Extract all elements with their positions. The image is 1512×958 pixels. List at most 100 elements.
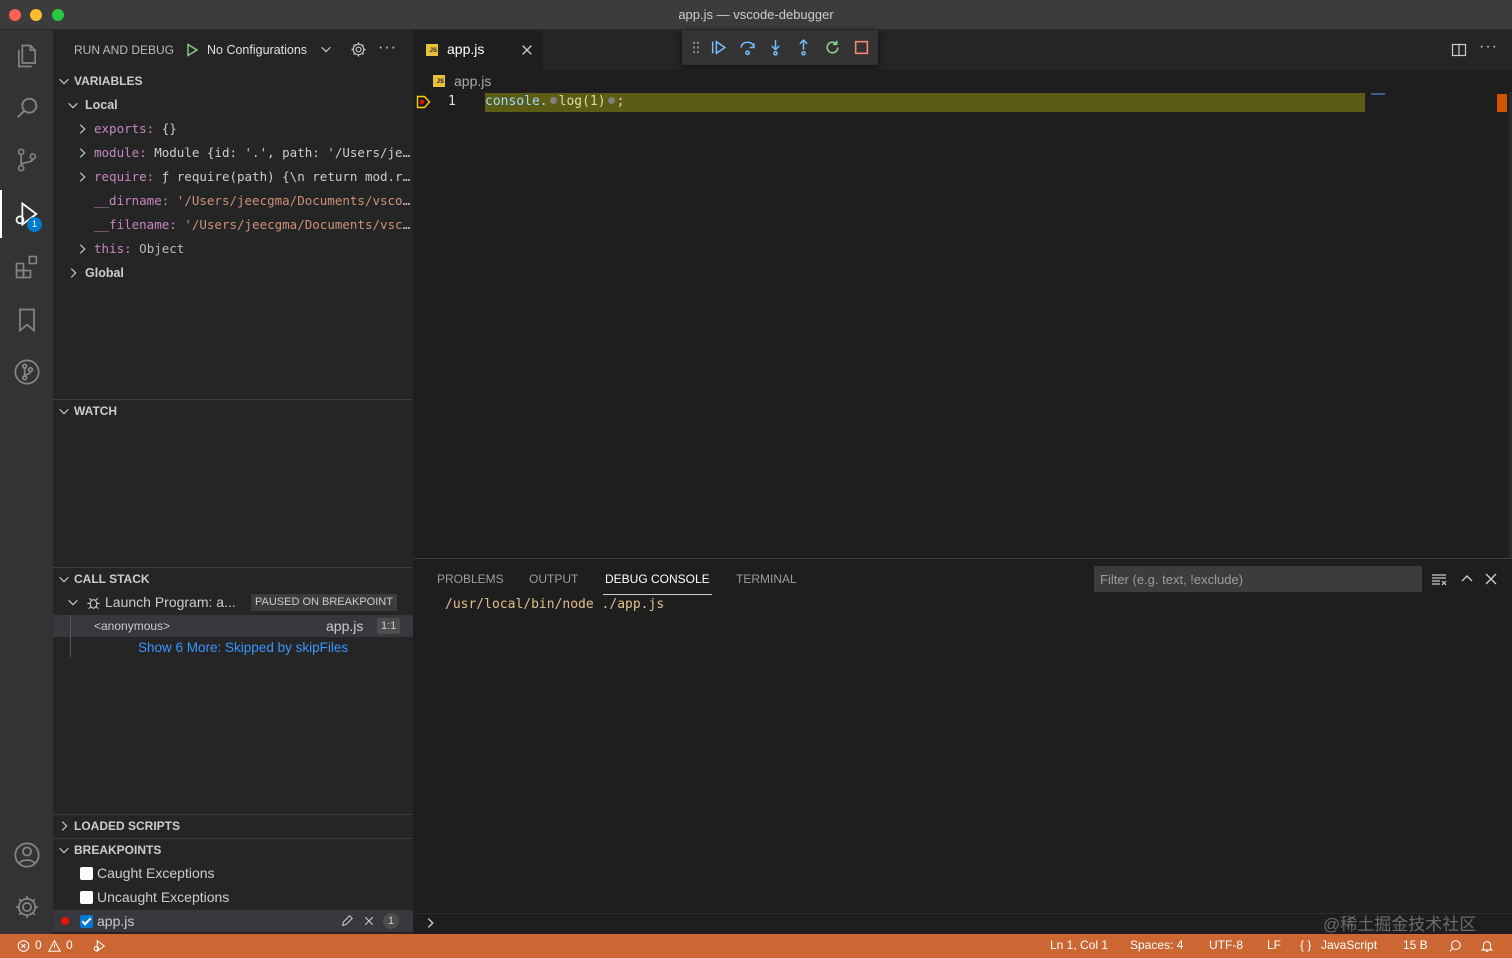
variable-row[interactable]: exports: {} <box>53 118 413 140</box>
stack-frame-row[interactable]: <anonymous> app.js 1:1 <box>53 615 413 637</box>
activity-git-graph[interactable] <box>0 348 53 396</box>
clear-console-icon[interactable] <box>1431 571 1447 587</box>
variable-value: Module {id: '.', path: '/Users/jeecgma/D… <box>154 145 411 160</box>
activity-run-debug[interactable]: 1 <box>0 190 53 238</box>
start-debugging-icon[interactable] <box>184 42 200 58</box>
debug-session-row[interactable]: Launch Program: a... PAUSED ON BREAKPOIN… <box>53 591 413 613</box>
error-count[interactable]: 0 <box>35 938 42 952</box>
split-editor-icon[interactable] <box>1451 42 1467 58</box>
drag-handle-icon[interactable] <box>690 39 702 56</box>
language-mode[interactable]: JavaScript <box>1321 938 1377 952</box>
loaded-scripts-section-header[interactable]: LOADED SCRIPTS <box>53 814 413 836</box>
debug-bug-icon <box>87 597 100 609</box>
code-line[interactable]: console. log(1); <box>485 94 624 109</box>
tab-appjs[interactable]: JS app.js <box>413 30 543 70</box>
step-over-icon[interactable] <box>739 39 756 56</box>
step-out-icon[interactable] <box>795 39 812 56</box>
code-editor[interactable]: 1 console. log(1); <box>413 92 1512 558</box>
activity-explorer[interactable] <box>0 32 53 80</box>
warning-count[interactable]: 0 <box>66 938 73 952</box>
notifications-bell-icon[interactable] <box>1480 939 1494 953</box>
call-stack-section-header[interactable]: CALL STACK <box>53 567 413 589</box>
stack-frame-name: <anonymous> <box>94 619 171 633</box>
breadcrumb: JS app.js <box>413 70 1512 92</box>
inline-breakpoint-dot[interactable] <box>607 97 615 104</box>
variable-row[interactable]: require: ƒ require(path) {\n return mod.… <box>53 166 413 188</box>
watch-section-header[interactable]: WATCH <box>53 399 413 421</box>
variable-row[interactable]: module: Module {id: '.', path: '/Users/j… <box>53 142 413 164</box>
close-panel-icon[interactable] <box>1483 571 1499 587</box>
feedback-icon[interactable] <box>1448 939 1462 953</box>
breakpoint-label: app.js <box>97 913 135 929</box>
status-bar: 0 0 Ln 1, Col 1 Spaces: 4 UTF-8 LF { } J… <box>0 934 1512 958</box>
breakpoint-row-caught-exceptions[interactable]: Caught Exceptions <box>53 862 413 884</box>
session-label: Launch Program: a... <box>105 594 236 610</box>
sidebar-title: RUN AND DEBUG <box>74 43 175 57</box>
console-input-chevron-icon[interactable] <box>424 916 438 930</box>
restart-icon[interactable] <box>824 39 841 56</box>
variable-row[interactable]: __dirname: '/Users/jeecgma/Documents/vsc… <box>53 190 413 212</box>
breakpoint-row-uncaught-exceptions[interactable]: Uncaught Exceptions <box>53 886 413 908</box>
maximize-panel-chevron-up-icon[interactable] <box>1459 571 1475 587</box>
source-control-icon <box>17 148 36 172</box>
breakpoints-section-header[interactable]: BREAKPOINTS <box>53 838 413 860</box>
scrollbar-breakpoint-marker <box>1497 94 1507 112</box>
window-title: app.js — vscode-debugger <box>678 7 834 22</box>
variable-name: __dirname: <box>94 193 170 208</box>
cursor-position[interactable]: Ln 1, Col 1 <box>1050 938 1108 952</box>
variable-value: Object <box>139 241 185 256</box>
console-filter-input[interactable] <box>1094 566 1422 592</box>
activity-source-control[interactable] <box>0 136 53 184</box>
activity-bookmarks[interactable] <box>0 296 53 344</box>
stop-icon[interactable] <box>853 39 870 56</box>
step-into-icon[interactable] <box>767 39 784 56</box>
indentation[interactable]: Spaces: 4 <box>1130 938 1183 952</box>
remove-breakpoint-close-icon[interactable] <box>363 915 375 927</box>
file-encoding[interactable]: UTF-8 <box>1209 938 1243 952</box>
uncaught-exceptions-checkbox[interactable] <box>80 891 93 904</box>
activity-extensions[interactable] <box>0 243 53 291</box>
scope-local-label: Local <box>85 98 118 112</box>
breadcrumb-file[interactable]: app.js <box>454 73 491 89</box>
breakpoint-count-badge: 1 <box>383 913 399 929</box>
javascript-file-icon: JS <box>433 75 445 87</box>
variables-header-label: VARIABLES <box>74 74 143 88</box>
warning-icon <box>48 939 61 952</box>
chevron-down-icon <box>68 102 78 109</box>
variable-row[interactable]: __filename: '/Users/jeecgma/Documents/vs… <box>53 214 413 236</box>
more-actions-icon[interactable]: ··· <box>378 39 397 57</box>
breakpoint-current-line-icon[interactable] <box>416 95 431 109</box>
end-of-line[interactable]: LF <box>1267 938 1281 952</box>
show-more-frames-link[interactable]: Show 6 More: Skipped by skipFiles <box>138 640 348 655</box>
scope-local[interactable]: Local <box>53 94 413 116</box>
editor-more-actions-icon[interactable]: ··· <box>1479 38 1498 56</box>
continue-icon[interactable] <box>710 39 727 56</box>
manage-gear-icon <box>15 895 38 919</box>
tab-debug-console[interactable]: DEBUG CONSOLE <box>605 572 710 586</box>
appjs-breakpoint-checkbox[interactable] <box>80 915 93 928</box>
chevron-down-icon <box>59 78 69 85</box>
chevron-right-icon <box>79 172 86 182</box>
close-icon[interactable] <box>520 43 534 57</box>
scope-global[interactable]: Global <box>53 262 413 284</box>
chevron-down-icon <box>59 408 69 415</box>
open-launch-json-gear-icon[interactable] <box>350 41 367 58</box>
title-bar: app.js — vscode-debugger <box>0 0 1512 30</box>
variables-section-header[interactable]: VARIABLES <box>53 70 413 92</box>
tab-problems[interactable]: PROBLEMS <box>437 572 504 586</box>
variable-row[interactable]: this: Object <box>53 238 413 260</box>
caught-exceptions-checkbox[interactable] <box>80 867 93 880</box>
activity-search[interactable] <box>0 84 53 132</box>
activity-account[interactable] <box>0 831 53 879</box>
edit-breakpoint-pencil-icon[interactable] <box>340 914 354 928</box>
breakpoint-row-appjs[interactable]: app.js 1 <box>53 910 413 932</box>
tab-output[interactable]: OUTPUT <box>529 572 578 586</box>
tab-label: app.js <box>447 41 485 57</box>
activity-manage[interactable] <box>0 883 53 931</box>
git-graph-icon <box>13 359 40 385</box>
show-more-frames-row[interactable]: Show 6 More: Skipped by skipFiles <box>53 637 413 659</box>
debug-session-icon[interactable] <box>92 939 106 953</box>
inline-breakpoint-dot[interactable] <box>549 97 557 104</box>
tab-terminal[interactable]: TERMINAL <box>736 572 797 586</box>
file-size[interactable]: 15 B <box>1403 938 1428 952</box>
